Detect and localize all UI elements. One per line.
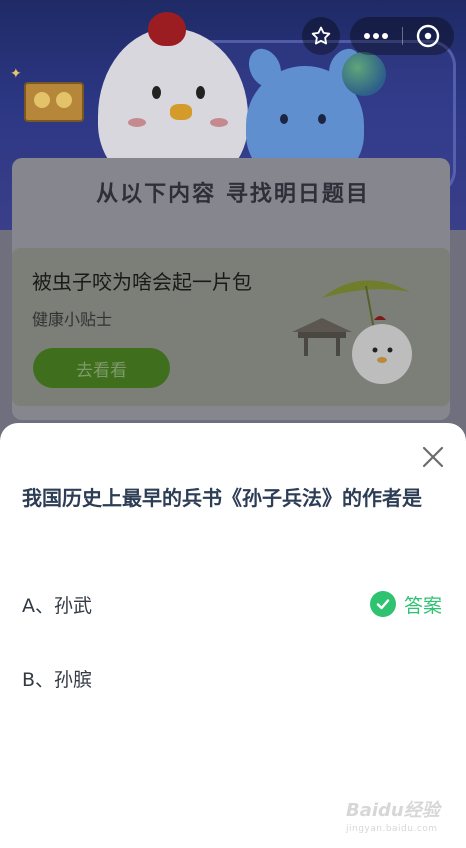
more-dots-icon [363, 33, 388, 39]
globe-icon [342, 52, 386, 96]
mini-program-capsule [350, 17, 454, 55]
answer-tag: 答案 [369, 591, 442, 618]
favorite-button[interactable] [302, 17, 340, 55]
more-button[interactable] [350, 17, 402, 55]
option-label: A、孙武 [22, 594, 92, 617]
baidu-jingyan-watermark: Baidu经验 jingyan.baidu.com [346, 796, 446, 836]
question-text: 我国历史上最早的兵书《孙子兵法》的作者是 [22, 486, 422, 510]
tip-title: 被虫子咬为啥会起一片包 [32, 270, 252, 294]
close-icon [422, 446, 444, 468]
option-a[interactable]: A、孙武 答案 [22, 586, 442, 622]
exit-button[interactable] [402, 17, 454, 55]
answer-label: 答案 [403, 594, 442, 617]
banner-heading: 从以下内容 寻找明日题目 [96, 182, 370, 207]
option-b[interactable]: B、孙膑 [22, 660, 442, 696]
tip-subtitle: 健康小贴士 [32, 310, 113, 329]
close-sheet-button[interactable] [418, 442, 448, 472]
watermark-url: jingyan.baidu.com [346, 824, 438, 834]
star-outline-icon [311, 26, 331, 45]
sparkle-icon: ✦ [10, 66, 22, 82]
go-see-button[interactable]: 去看看 [33, 348, 170, 388]
award-plaque-icon [24, 82, 84, 122]
close-circle-icon [417, 24, 440, 48]
option-label: B、孙膑 [22, 668, 93, 691]
check-circle-icon [369, 591, 396, 617]
watermark-brand: Baidu经验 [346, 800, 440, 821]
chick-umbrella-illustration [292, 280, 412, 384]
